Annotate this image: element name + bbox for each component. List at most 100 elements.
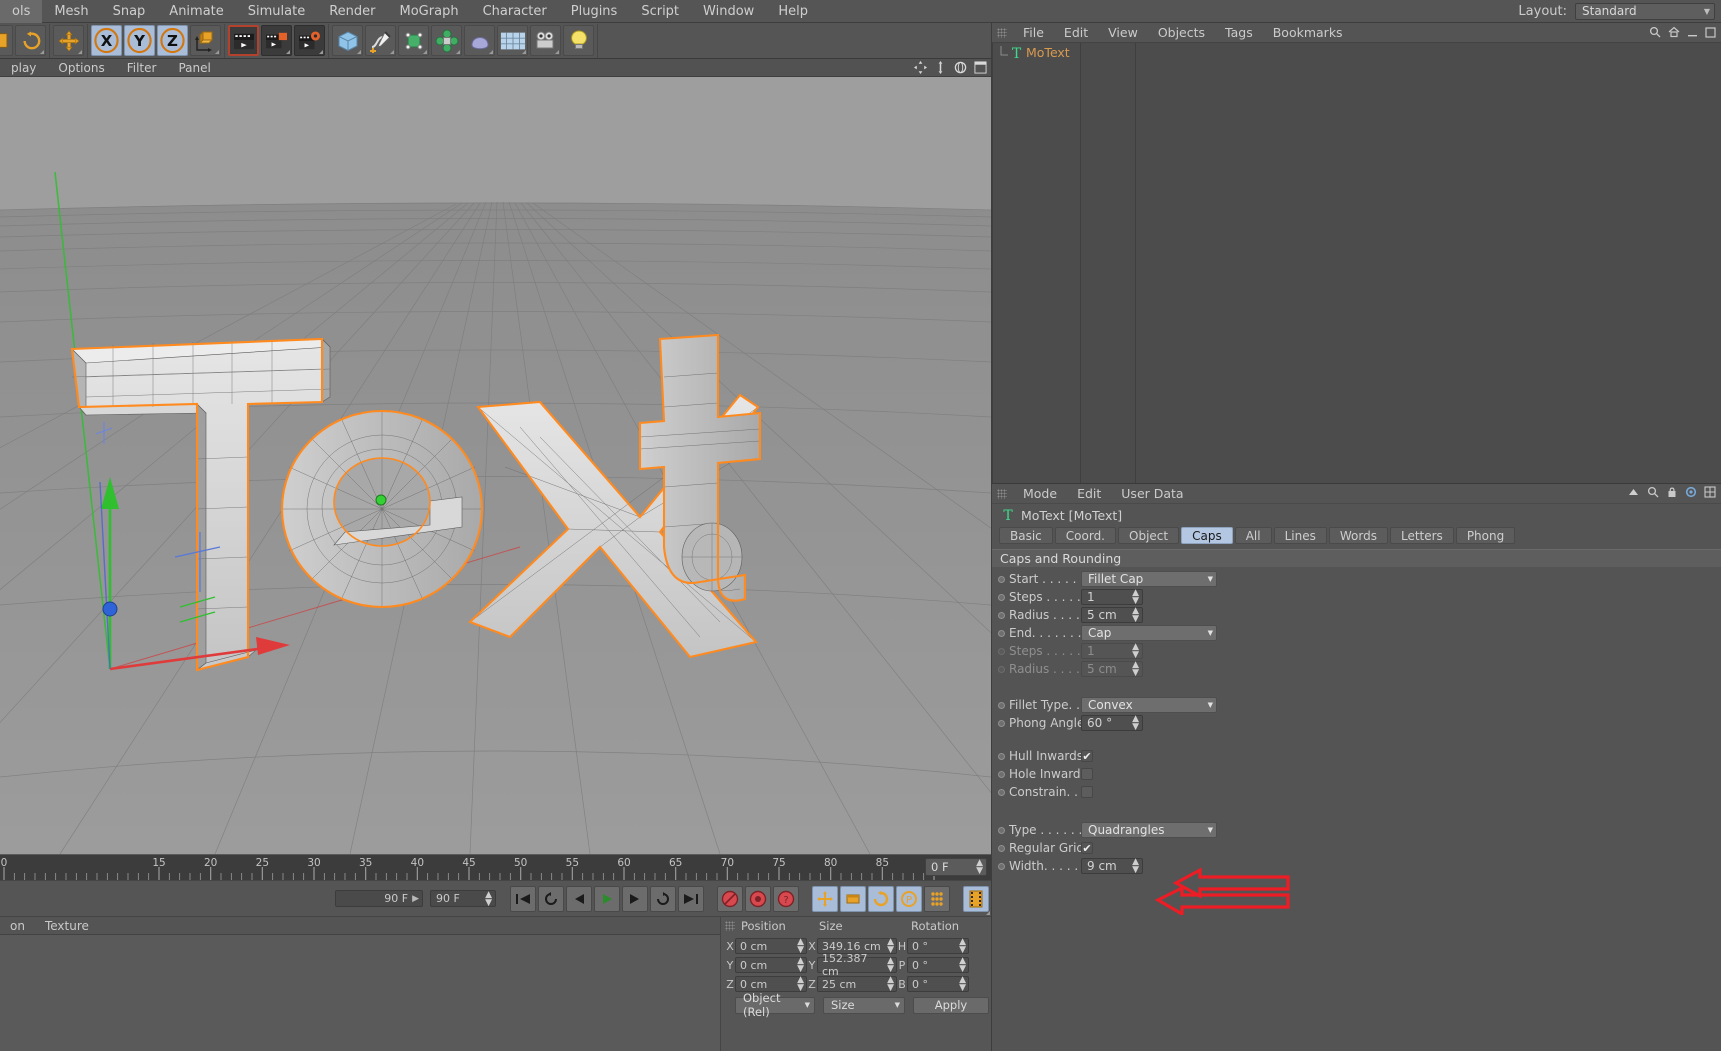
rotation-p-field[interactable]: 0 ° ▲ ▼ bbox=[907, 957, 969, 974]
menu-item-simulate[interactable]: Simulate bbox=[236, 0, 317, 23]
rotation-h-field[interactable]: 0 ° ▲ ▼ bbox=[907, 938, 969, 955]
pla-key-button[interactable] bbox=[924, 885, 950, 912]
play-button[interactable] bbox=[594, 885, 620, 912]
range-start-field[interactable]: 90 F ▶ bbox=[335, 890, 423, 907]
param-key-button[interactable]: P bbox=[896, 885, 922, 912]
menu-item-mesh[interactable]: Mesh bbox=[42, 0, 100, 23]
start-cap-dropdown[interactable]: Fillet Cap ▼ bbox=[1081, 571, 1217, 587]
object-menu-bookmarks[interactable]: Bookmarks bbox=[1263, 25, 1353, 40]
maximize-icon[interactable] bbox=[974, 61, 987, 74]
loop-button[interactable] bbox=[538, 885, 564, 912]
axis-z-toggle[interactable]: Z bbox=[157, 25, 188, 56]
object-menu-file[interactable]: File bbox=[1013, 25, 1054, 40]
menu-item-plugins[interactable]: Plugins bbox=[559, 0, 630, 23]
animation-dot-icon[interactable] bbox=[998, 862, 1005, 870]
spinner-icon[interactable]: ▲ ▼ bbox=[797, 976, 804, 993]
fillet-type-dropdown[interactable]: Convex ▼ bbox=[1081, 697, 1217, 713]
tab-caps[interactable]: Caps bbox=[1181, 527, 1233, 544]
spinner-icon[interactable]: ▲ ▼ bbox=[887, 938, 894, 955]
end-cap-dropdown[interactable]: Cap ▼ bbox=[1081, 625, 1217, 641]
animation-dot-icon[interactable] bbox=[998, 629, 1005, 637]
animation-dot-icon[interactable] bbox=[998, 611, 1005, 619]
menu-item-help[interactable]: Help bbox=[766, 0, 820, 23]
position-key-button[interactable] bbox=[812, 885, 838, 912]
scale-key-button[interactable] bbox=[840, 885, 866, 912]
menu-item-character[interactable]: Character bbox=[471, 0, 559, 23]
size-z-field[interactable]: 25 cm ▲ ▼ bbox=[817, 976, 897, 993]
spinner-icon[interactable]: ▲ ▼ bbox=[1132, 589, 1139, 606]
size-y-field[interactable]: 152.387 cm ▲ ▼ bbox=[817, 952, 897, 978]
nav-back-icon[interactable] bbox=[1627, 486, 1640, 498]
menu-item-snap[interactable]: Snap bbox=[101, 0, 158, 23]
viewport-menu-filter[interactable]: Filter bbox=[116, 59, 168, 77]
menu-item-mograph[interactable]: MoGraph bbox=[388, 0, 471, 23]
apply-button[interactable]: Apply bbox=[913, 996, 989, 1014]
move-tool-button[interactable] bbox=[53, 25, 84, 56]
material-menu-creation[interactable]: on bbox=[0, 919, 35, 933]
type-dropdown[interactable]: Quadrangles ▼ bbox=[1081, 822, 1217, 838]
search-icon[interactable] bbox=[1647, 486, 1659, 498]
tab-phong[interactable]: Phong bbox=[1455, 527, 1516, 544]
width-field[interactable]: 9 cm ▲ ▼ bbox=[1081, 858, 1143, 875]
regular-grid-checkbox[interactable]: ✔ bbox=[1081, 842, 1093, 854]
render-settings-button[interactable] bbox=[294, 25, 325, 56]
spinner-icon[interactable]: ▲ ▼ bbox=[797, 938, 804, 955]
camera-button[interactable] bbox=[530, 25, 561, 56]
timeline-ruler[interactable]: 015202530354045505560657075808590 0 F ▲▼ bbox=[0, 854, 991, 880]
spinner-icon[interactable]: ▲ ▼ bbox=[1132, 607, 1139, 624]
current-frame-field[interactable]: 0 F ▲ ▼ bbox=[925, 858, 987, 876]
tab-all[interactable]: All bbox=[1234, 527, 1272, 544]
layout-dropdown[interactable]: Standard ▼ bbox=[1575, 2, 1715, 20]
animation-dot-icon[interactable] bbox=[998, 593, 1005, 601]
rewind-button[interactable] bbox=[650, 885, 676, 912]
spinner-icon[interactable]: ▲ ▼ bbox=[959, 957, 966, 974]
tab-basic[interactable]: Basic bbox=[999, 527, 1053, 544]
animation-dot-icon[interactable] bbox=[998, 719, 1005, 727]
select-tool-button[interactable] bbox=[0, 25, 13, 56]
object-menu-objects[interactable]: Objects bbox=[1148, 25, 1215, 40]
spinner-icon[interactable]: ▲ ▼ bbox=[976, 859, 983, 876]
viewport-menu-panel[interactable]: Panel bbox=[167, 59, 221, 77]
render-region-button[interactable] bbox=[261, 25, 292, 56]
attr-menu-mode[interactable]: Mode bbox=[1013, 486, 1067, 501]
spinner-icon[interactable]: ▲ ▼ bbox=[887, 976, 894, 993]
record-button[interactable] bbox=[717, 885, 743, 912]
animation-dot-icon[interactable] bbox=[998, 752, 1005, 760]
go-to-start-button[interactable] bbox=[510, 885, 536, 912]
tab-lines[interactable]: Lines bbox=[1273, 527, 1327, 544]
render-view-button[interactable] bbox=[228, 25, 259, 56]
attr-menu-userdata[interactable]: User Data bbox=[1111, 486, 1193, 501]
maximize-icon[interactable] bbox=[1705, 26, 1716, 38]
spinner-icon[interactable]: ▲ ▼ bbox=[959, 976, 966, 993]
search-icon[interactable] bbox=[1649, 26, 1661, 38]
drag-grip-icon[interactable] bbox=[997, 488, 1007, 499]
phong-angle-field[interactable]: 60 ° ▲ ▼ bbox=[1081, 715, 1143, 732]
tab-coord[interactable]: Coord. bbox=[1054, 527, 1116, 544]
drag-grip-icon[interactable] bbox=[997, 27, 1007, 38]
layout-icon[interactable] bbox=[1704, 486, 1716, 498]
position-z-field[interactable]: 0 cm ▲ ▼ bbox=[735, 976, 807, 993]
animation-dot-icon[interactable] bbox=[998, 770, 1005, 778]
hole-inwards-checkbox[interactable] bbox=[1081, 768, 1093, 780]
spinner-icon[interactable]: ▲ ▼ bbox=[887, 957, 894, 974]
animation-dot-icon[interactable] bbox=[998, 844, 1005, 852]
tab-letters[interactable]: Letters bbox=[1389, 527, 1454, 544]
menu-item-script[interactable]: Script bbox=[629, 0, 691, 23]
material-menu-texture[interactable]: Texture bbox=[35, 919, 99, 933]
rotation-b-field[interactable]: 0 ° ▲ ▼ bbox=[907, 976, 969, 993]
position-x-field[interactable]: 0 cm ▲ ▼ bbox=[735, 938, 807, 955]
floor-environment-button[interactable] bbox=[497, 25, 528, 56]
lock-icon[interactable] bbox=[1666, 486, 1678, 498]
rotate-icon[interactable] bbox=[954, 61, 967, 74]
rotation-key-button[interactable] bbox=[868, 885, 894, 912]
minimize-icon[interactable] bbox=[1687, 27, 1698, 38]
viewport-canvas[interactable] bbox=[0, 77, 991, 854]
animation-dot-icon[interactable] bbox=[998, 788, 1005, 796]
spinner-icon[interactable]: ▲ ▼ bbox=[797, 957, 804, 974]
axis-x-toggle[interactable]: X bbox=[91, 25, 122, 56]
autokey-button[interactable] bbox=[745, 885, 771, 912]
attr-menu-edit[interactable]: Edit bbox=[1067, 486, 1111, 501]
viewport-menu-display[interactable]: play bbox=[0, 59, 47, 77]
undo-button[interactable] bbox=[15, 25, 46, 56]
material-list[interactable] bbox=[0, 935, 720, 1051]
